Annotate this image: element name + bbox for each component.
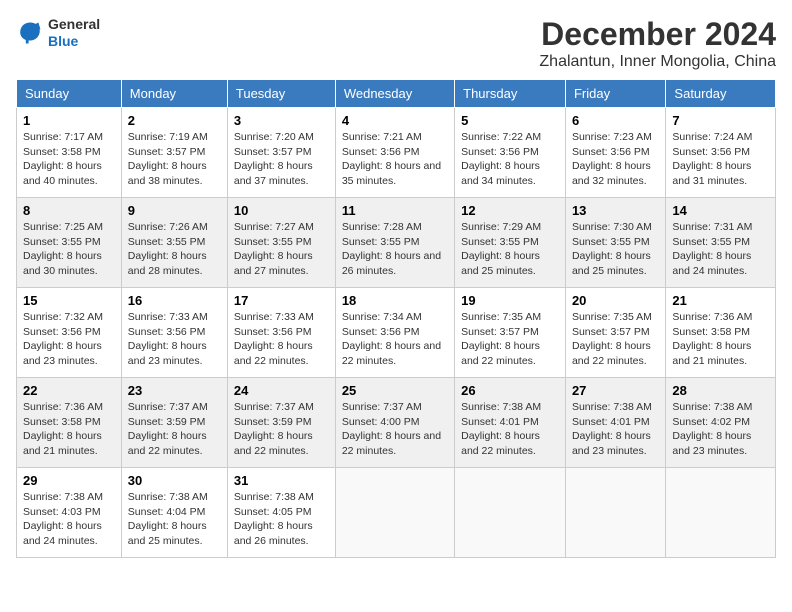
calendar-table: Sunday Monday Tuesday Wednesday Thursday…	[16, 79, 776, 558]
day-10: 10 Sunrise: 7:27 AMSunset: 3:55 PMDaylig…	[227, 198, 335, 288]
day-30: 30 Sunrise: 7:38 AMSunset: 4:04 PMDaylig…	[121, 468, 227, 558]
day-11: 11 Sunrise: 7:28 AMSunset: 3:55 PMDaylig…	[335, 198, 454, 288]
header-wednesday: Wednesday	[335, 80, 454, 108]
day-28: 28 Sunrise: 7:38 AMSunset: 4:02 PMDaylig…	[666, 378, 776, 468]
day-4: 4 Sunrise: 7:21 AMSunset: 3:56 PMDayligh…	[335, 108, 454, 198]
calendar-row-week4: 22 Sunrise: 7:36 AMSunset: 3:58 PMDaylig…	[17, 378, 776, 468]
logo-icon	[16, 19, 44, 47]
header-friday: Friday	[565, 80, 665, 108]
day-9: 9 Sunrise: 7:26 AMSunset: 3:55 PMDayligh…	[121, 198, 227, 288]
day-17: 17 Sunrise: 7:33 AMSunset: 3:56 PMDaylig…	[227, 288, 335, 378]
day-23: 23 Sunrise: 7:37 AMSunset: 3:59 PMDaylig…	[121, 378, 227, 468]
day-13: 13 Sunrise: 7:30 AMSunset: 3:55 PMDaylig…	[565, 198, 665, 288]
day-2: 2 Sunrise: 7:19 AMSunset: 3:57 PMDayligh…	[121, 108, 227, 198]
day-14: 14 Sunrise: 7:31 AMSunset: 3:55 PMDaylig…	[666, 198, 776, 288]
month-title: December 2024	[539, 16, 776, 53]
day-20: 20 Sunrise: 7:35 AMSunset: 3:57 PMDaylig…	[565, 288, 665, 378]
logo-general: General	[48, 16, 100, 33]
calendar-header-row: Sunday Monday Tuesday Wednesday Thursday…	[17, 80, 776, 108]
header-sunday: Sunday	[17, 80, 122, 108]
empty-cell-4	[666, 468, 776, 558]
title-section: December 2024 Zhalantun, Inner Mongolia,…	[539, 16, 776, 71]
day-5: 5 Sunrise: 7:22 AMSunset: 3:56 PMDayligh…	[455, 108, 566, 198]
calendar-row-week1: 1 Sunrise: 7:17 AMSunset: 3:58 PMDayligh…	[17, 108, 776, 198]
day-25: 25 Sunrise: 7:37 AMSunset: 4:00 PMDaylig…	[335, 378, 454, 468]
day-7: 7 Sunrise: 7:24 AMSunset: 3:56 PMDayligh…	[666, 108, 776, 198]
day-22: 22 Sunrise: 7:36 AMSunset: 3:58 PMDaylig…	[17, 378, 122, 468]
header-thursday: Thursday	[455, 80, 566, 108]
day-6: 6 Sunrise: 7:23 AMSunset: 3:56 PMDayligh…	[565, 108, 665, 198]
header-monday: Monday	[121, 80, 227, 108]
day-12: 12 Sunrise: 7:29 AMSunset: 3:55 PMDaylig…	[455, 198, 566, 288]
page-container: General Blue December 2024 Zhalantun, In…	[16, 16, 776, 558]
day-27: 27 Sunrise: 7:38 AMSunset: 4:01 PMDaylig…	[565, 378, 665, 468]
location-title: Zhalantun, Inner Mongolia, China	[539, 53, 776, 71]
day-8: 8 Sunrise: 7:25 AMSunset: 3:55 PMDayligh…	[17, 198, 122, 288]
day-15: 15 Sunrise: 7:32 AMSunset: 3:56 PMDaylig…	[17, 288, 122, 378]
empty-cell-2	[455, 468, 566, 558]
day-24: 24 Sunrise: 7:37 AMSunset: 3:59 PMDaylig…	[227, 378, 335, 468]
header: General Blue December 2024 Zhalantun, In…	[16, 16, 776, 71]
day-1: 1 Sunrise: 7:17 AMSunset: 3:58 PMDayligh…	[17, 108, 122, 198]
day-29: 29 Sunrise: 7:38 AMSunset: 4:03 PMDaylig…	[17, 468, 122, 558]
header-tuesday: Tuesday	[227, 80, 335, 108]
logo-text: General Blue	[48, 16, 100, 50]
day-21: 21 Sunrise: 7:36 AMSunset: 3:58 PMDaylig…	[666, 288, 776, 378]
logo: General Blue	[16, 16, 100, 50]
calendar-row-week2: 8 Sunrise: 7:25 AMSunset: 3:55 PMDayligh…	[17, 198, 776, 288]
header-saturday: Saturday	[666, 80, 776, 108]
empty-cell-3	[565, 468, 665, 558]
day-18: 18 Sunrise: 7:34 AMSunset: 3:56 PMDaylig…	[335, 288, 454, 378]
day-16: 16 Sunrise: 7:33 AMSunset: 3:56 PMDaylig…	[121, 288, 227, 378]
day-26: 26 Sunrise: 7:38 AMSunset: 4:01 PMDaylig…	[455, 378, 566, 468]
logo-blue: Blue	[48, 33, 100, 50]
day-3: 3 Sunrise: 7:20 AMSunset: 3:57 PMDayligh…	[227, 108, 335, 198]
day-31: 31 Sunrise: 7:38 AMSunset: 4:05 PMDaylig…	[227, 468, 335, 558]
calendar-row-week3: 15 Sunrise: 7:32 AMSunset: 3:56 PMDaylig…	[17, 288, 776, 378]
day-19: 19 Sunrise: 7:35 AMSunset: 3:57 PMDaylig…	[455, 288, 566, 378]
empty-cell-1	[335, 468, 454, 558]
calendar-row-week5: 29 Sunrise: 7:38 AMSunset: 4:03 PMDaylig…	[17, 468, 776, 558]
